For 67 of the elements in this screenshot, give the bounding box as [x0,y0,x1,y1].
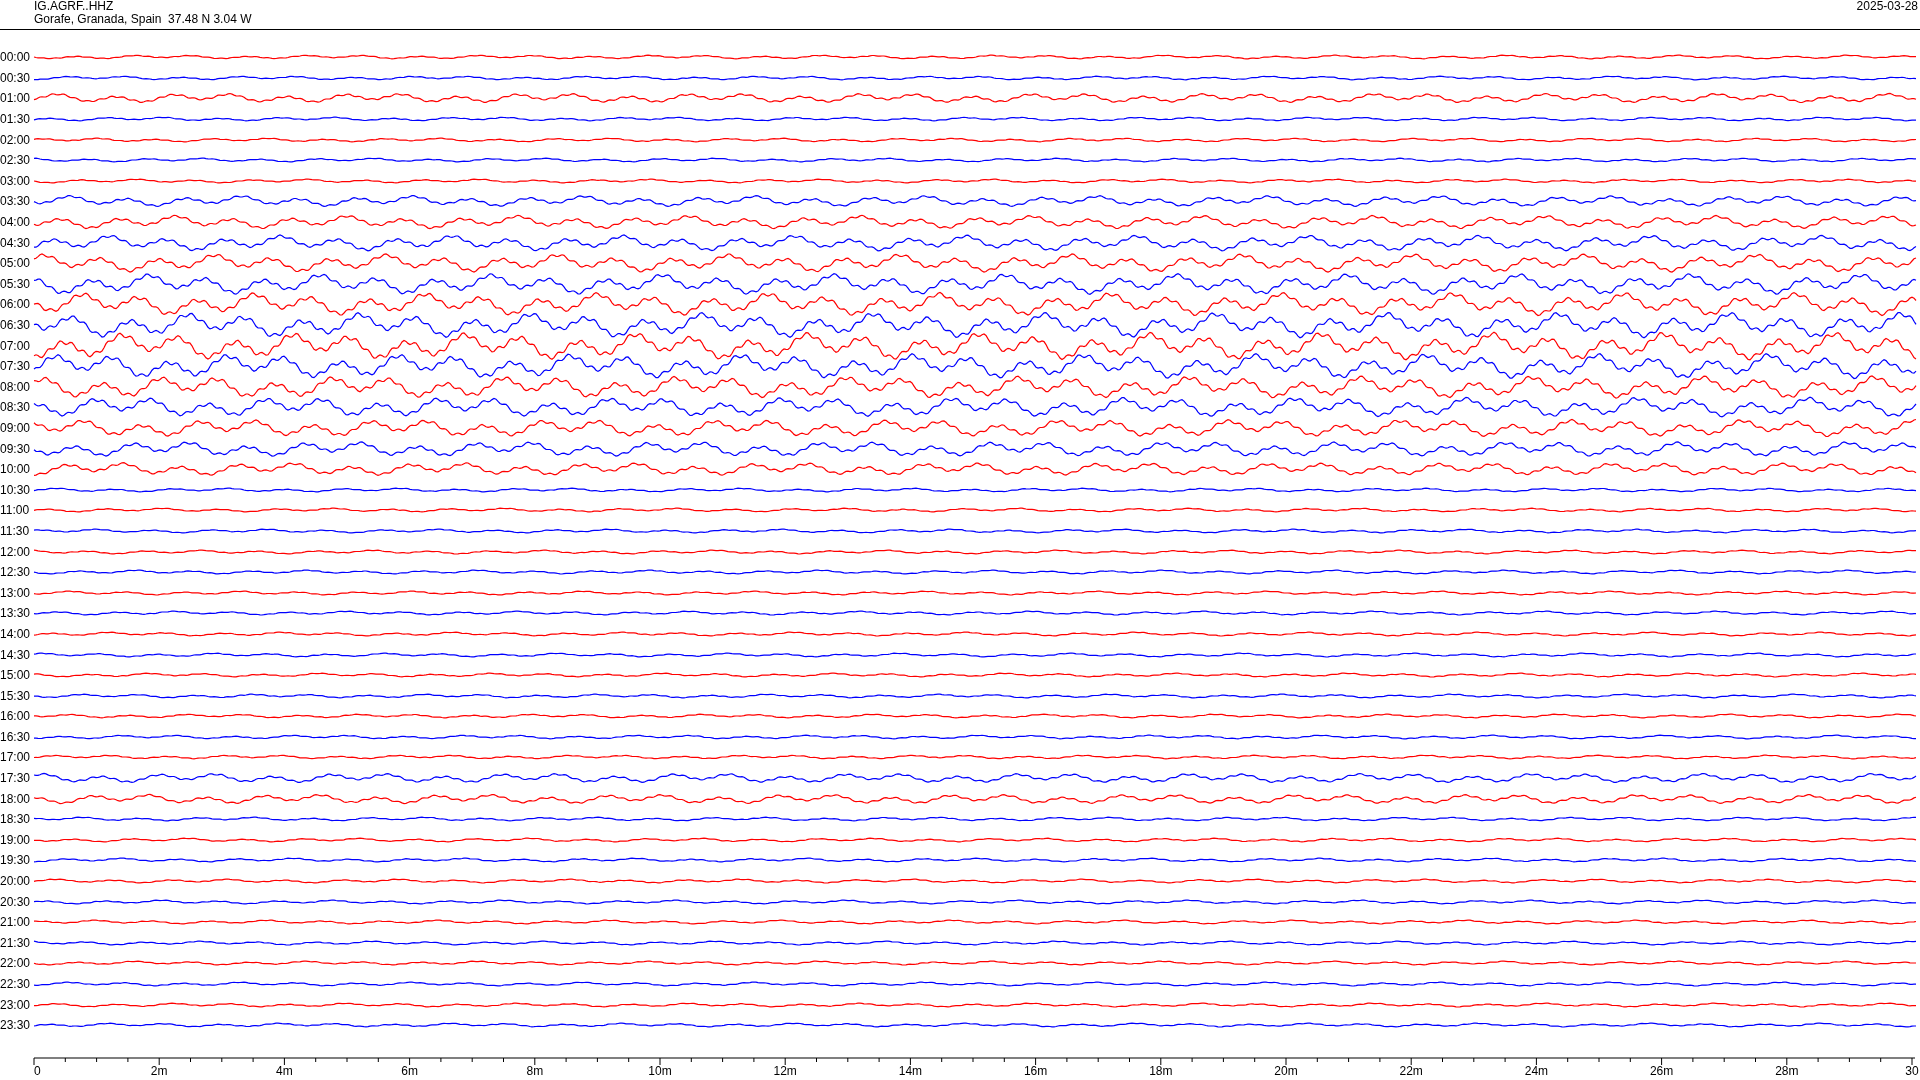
time-label: 14:00 [0,626,32,641]
time-label: 10:30 [0,482,32,497]
tick-label: 4m [276,1063,293,1078]
tick-label: 18m [1149,1063,1173,1078]
time-label: 08:00 [0,379,32,394]
tick-label: 2m [150,1063,168,1078]
time-label: 11:30 [0,523,31,538]
time-label: 06:30 [0,318,32,332]
time-label: 00:30 [0,70,32,85]
time-label: 14:30 [0,647,32,662]
time-label: 21:30 [0,935,32,950]
time-label: 02:00 [0,132,32,147]
time-label: 03:30 [0,194,32,209]
time-label: 22:00 [0,956,32,971]
time-label: 13:00 [0,585,32,600]
time-label: 01:00 [0,91,32,106]
tick-label: 14m [898,1063,923,1078]
tick-label: 12m [773,1063,797,1078]
time-label: 04:00 [0,215,32,230]
time-label: 06:00 [0,297,32,312]
tick-label: 10m [648,1063,672,1078]
time-label: 10:00 [0,462,32,477]
time-label: 02:30 [0,153,32,168]
time-label: 20:30 [0,894,32,909]
time-label: 09:00 [0,421,32,435]
station-code: IG.AGRF..HHZ [34,0,115,13]
tick-label: 30 [1905,1063,1919,1078]
time-label: 00:00 [0,50,32,65]
time-label: 22:30 [0,977,32,991]
time-label: 12:00 [0,544,32,559]
time-label: 15:00 [0,668,32,683]
time-label: 16:30 [0,729,32,744]
time-label: 11:00 [0,503,31,518]
time-label: 17:30 [0,771,32,786]
time-label: 13:30 [0,606,32,621]
time-label: 04:30 [0,235,32,250]
time-label: 09:30 [0,441,32,456]
time-label: 17:00 [0,750,32,765]
time-label: 19:00 [0,832,32,847]
time-label: 23:30 [0,1018,32,1033]
date-label: 2025-03-28 [1856,0,1918,13]
station-location: Gorafe, Granada, Spain 37.48 N 3.04 W [34,13,252,26]
time-label: 18:00 [0,791,32,806]
time-label: 15:30 [0,688,32,703]
tick-label: 22m [1399,1063,1423,1078]
tick-label: 0 [34,1063,41,1078]
time-label: 12:30 [0,565,32,580]
time-label: 18:30 [0,812,32,827]
time-label: 01:30 [0,112,32,127]
time-label: 16:00 [0,709,32,724]
tick-label: 6m [401,1063,418,1078]
time-label: 23:00 [0,997,32,1012]
tick-label: 20m [1274,1063,1298,1078]
tick-label: 24m [1524,1063,1549,1078]
time-label: 07:30 [0,359,32,374]
time-label: 20:00 [0,874,32,889]
time-label: 08:30 [0,400,32,415]
time-label: 21:00 [0,915,32,930]
time-label: 05:30 [0,276,32,291]
tick-label: 8m [526,1063,544,1078]
tick-label: 26m [1649,1063,1674,1078]
time-label: 03:00 [0,173,32,188]
time-label: 05:00 [0,256,32,271]
tick-label: 16m [1023,1063,1048,1078]
time-label: 07:00 [0,338,32,353]
time-label: 19:30 [0,853,32,868]
tick-label: 28m [1775,1063,1799,1078]
